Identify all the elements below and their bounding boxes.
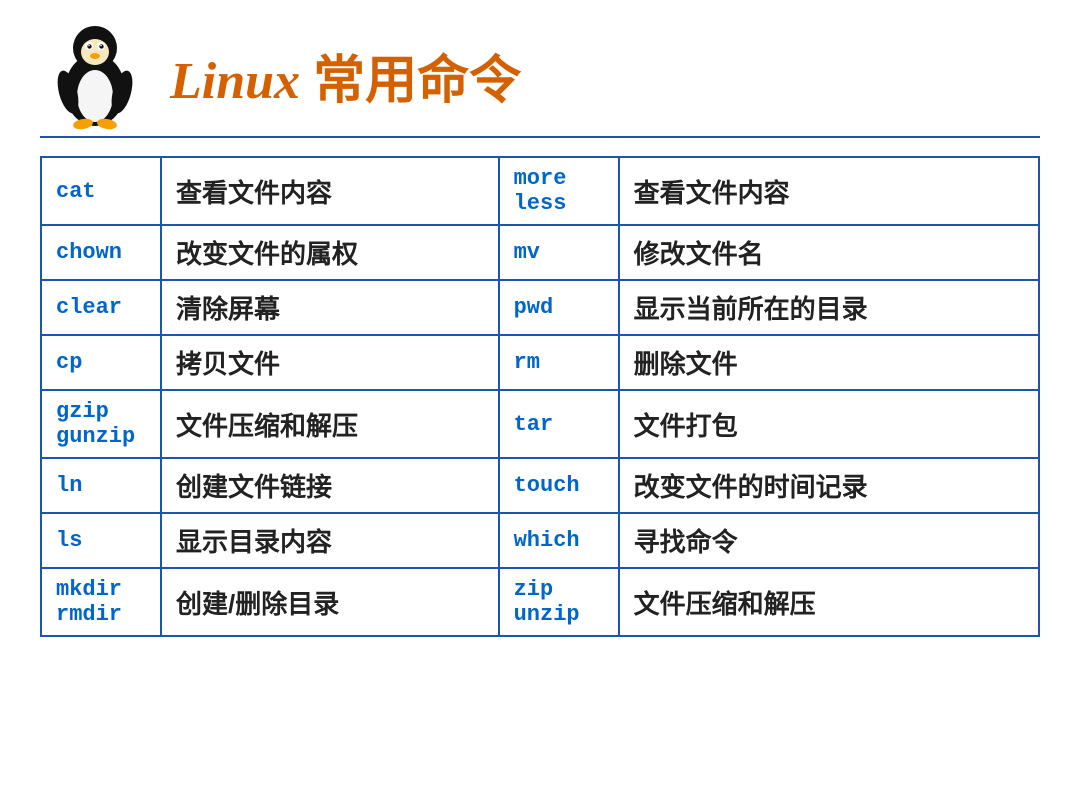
description-cell-right: 查看文件内容	[619, 157, 1039, 225]
header: Linux 常用命令	[40, 20, 1040, 138]
tux-icon	[40, 20, 150, 130]
table-row: cat查看文件内容more less查看文件内容	[41, 157, 1039, 225]
command-cell-left: chown	[41, 225, 161, 280]
commands-table: cat查看文件内容more less查看文件内容chown改变文件的属权mv修改…	[40, 156, 1040, 637]
command-cell-right: which	[499, 513, 619, 568]
description-cell-right: 修改文件名	[619, 225, 1039, 280]
description-cell-right: 改变文件的时间记录	[619, 458, 1039, 513]
command-cell-left: mkdir rmdir	[41, 568, 161, 636]
description-cell-left: 文件压缩和解压	[161, 390, 499, 458]
description-cell-left: 创建/删除目录	[161, 568, 499, 636]
description-cell-right: 文件压缩和解压	[619, 568, 1039, 636]
command-cell-right: more less	[499, 157, 619, 225]
command-cell-right: tar	[499, 390, 619, 458]
description-cell-left: 显示目录内容	[161, 513, 499, 568]
description-cell-left: 查看文件内容	[161, 157, 499, 225]
table-row: gzip gunzip文件压缩和解压tar文件打包	[41, 390, 1039, 458]
description-cell-left: 清除屏幕	[161, 280, 499, 335]
description-cell-right: 显示当前所在的目录	[619, 280, 1039, 335]
description-cell-left: 拷贝文件	[161, 335, 499, 390]
command-cell-left: gzip gunzip	[41, 390, 161, 458]
command-cell-left: cp	[41, 335, 161, 390]
command-cell-left: ln	[41, 458, 161, 513]
table-row: chown改变文件的属权mv修改文件名	[41, 225, 1039, 280]
description-cell-right: 文件打包	[619, 390, 1039, 458]
command-cell-right: pwd	[499, 280, 619, 335]
table-row: ls显示目录内容which寻找命令	[41, 513, 1039, 568]
command-cell-left: ls	[41, 513, 161, 568]
description-cell-left: 创建文件链接	[161, 458, 499, 513]
table-row: mkdir rmdir创建/删除目录zip unzip文件压缩和解压	[41, 568, 1039, 636]
table-row: clear清除屏幕pwd显示当前所在的目录	[41, 280, 1039, 335]
command-cell-right: zip unzip	[499, 568, 619, 636]
page: Linux 常用命令 cat查看文件内容more less查看文件内容chown…	[0, 0, 1080, 810]
description-cell-left: 改变文件的属权	[161, 225, 499, 280]
command-cell-right: touch	[499, 458, 619, 513]
table-row: ln创建文件链接touch改变文件的时间记录	[41, 458, 1039, 513]
command-cell-left: clear	[41, 280, 161, 335]
title-text: Linux 常用命令	[170, 53, 521, 110]
page-title: Linux 常用命令	[170, 38, 521, 113]
command-cell-left: cat	[41, 157, 161, 225]
description-cell-right: 寻找命令	[619, 513, 1039, 568]
description-cell-right: 删除文件	[619, 335, 1039, 390]
command-cell-right: mv	[499, 225, 619, 280]
table-row: cp拷贝文件rm删除文件	[41, 335, 1039, 390]
command-cell-right: rm	[499, 335, 619, 390]
